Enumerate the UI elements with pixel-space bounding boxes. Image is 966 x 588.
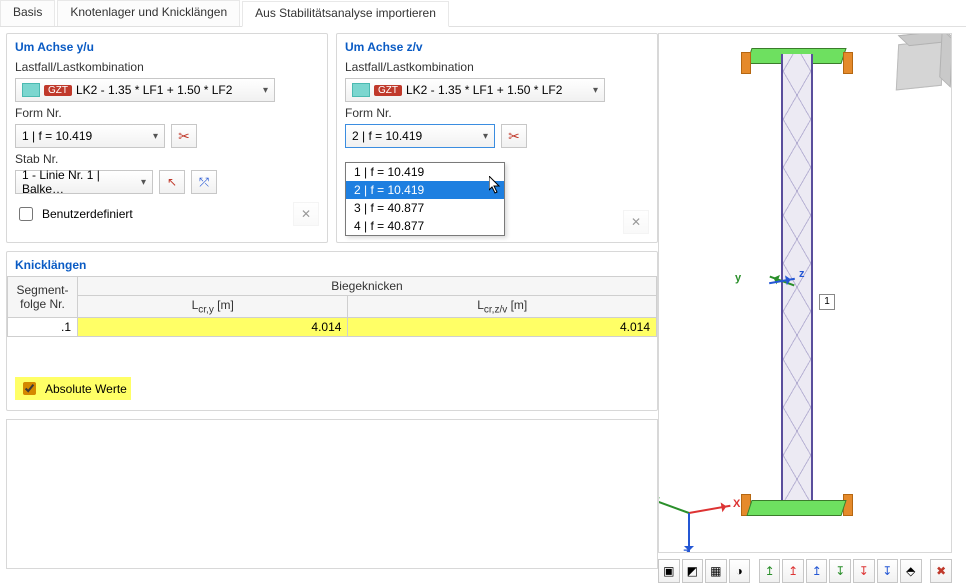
axis-y-title: Um Achse y/u <box>15 40 319 54</box>
axis-y-stab-select[interactable]: 1 - Linie Nr. 1 | Balke… ▾ <box>15 170 153 194</box>
view-xy-icon[interactable]: ↥ <box>759 559 781 583</box>
form-option-1[interactable]: 1 | f = 10.419 <box>346 163 504 181</box>
chevron-down-icon: ▾ <box>153 131 158 142</box>
view-yz-icon[interactable]: ↥ <box>806 559 828 583</box>
chevron-down-icon: ▾ <box>263 85 268 96</box>
buckling-title: Knicklängen <box>7 256 657 276</box>
axis-y-userdef-label: Benutzerdefiniert <box>42 207 133 221</box>
cell-lcry[interactable]: 4.014 <box>78 318 348 337</box>
load-tag-gzt: GZT <box>44 85 72 96</box>
axis-z-title: Um Achse z/v <box>345 40 649 54</box>
buckling-table: Segment- folge Nr. Biegeknicken Lcr,y [m… <box>7 276 657 337</box>
pick-form-icon[interactable]: ✂ <box>171 124 197 148</box>
view-neg-xy-icon[interactable]: ↧ <box>829 559 851 583</box>
cell-idx: .1 <box>8 318 78 337</box>
axis-y-stab-value: 1 - Linie Nr. 1 | Balke… <box>22 168 135 196</box>
view-xz-icon[interactable]: ↥ <box>782 559 804 583</box>
chevron-down-icon: ▾ <box>593 85 598 96</box>
axis-y-load-value: LK2 - 1.35 * LF1 + 1.50 * LF2 <box>76 83 232 97</box>
form-option-4[interactable]: 4 | f = 40.877 <box>346 217 504 235</box>
support-plate-bottom <box>746 500 846 516</box>
axis-y-userdef-check[interactable]: Benutzerdefiniert <box>15 204 133 224</box>
axis-z-panel: Um Achse z/v Lastfall/Lastkombination GZ… <box>336 33 658 243</box>
add-member-icon[interactable]: ⤱ <box>191 170 217 194</box>
show-reactions-icon[interactable]: ◩ <box>682 559 704 583</box>
axis-z-form-dropdown[interactable]: 1 | f = 10.419 2 | f = 10.419 3 | f = 40… <box>345 162 505 236</box>
support-box-icon <box>741 52 751 74</box>
axis-y-extra-icon: ✕ <box>293 202 319 226</box>
tab-basis[interactable]: Basis <box>0 0 55 26</box>
chevron-down-icon: ▾ <box>483 131 488 142</box>
tab-bar: Basis Knotenlager und Knicklängen Aus St… <box>0 0 966 27</box>
buckling-panel: Knicklängen Segment- folge Nr. Biegeknic… <box>6 251 658 411</box>
table-row[interactable]: .1 4.014 4.014 <box>8 318 657 337</box>
axis-z-load-label: Lastfall/Lastkombination <box>345 60 649 74</box>
load-color-swatch <box>352 83 370 97</box>
absolute-values-box[interactable] <box>23 382 36 395</box>
absolute-values-check[interactable]: Absolute Werte <box>15 377 131 400</box>
axis-y-form-label: Form Nr. <box>15 106 319 120</box>
chevron-down-icon: ▾ <box>141 177 146 188</box>
col-biegeknicken: Biegeknicken <box>78 277 657 296</box>
lower-blank-panel <box>6 419 658 569</box>
axis-z-extra-icon: ✕ <box>623 210 649 234</box>
axis-z-load-value: LK2 - 1.35 * LF1 + 1.50 * LF2 <box>406 83 562 97</box>
member-number-label: 1 <box>819 294 835 310</box>
axis-y-load-select[interactable]: GZT LK2 - 1.35 * LF1 + 1.50 * LF2 ▾ <box>15 78 275 102</box>
col-segment: Segment- folge Nr. <box>8 277 78 318</box>
col-lcry: Lcr,y [m] <box>78 296 348 318</box>
show-values-icon[interactable]: ◑ <box>729 559 751 583</box>
cell-lcrz[interactable]: 4.014 <box>348 318 657 337</box>
tab-stabilitaetsanalyse[interactable]: Aus Stabilitätsanalyse importieren <box>242 1 449 27</box>
axis-z-form-select[interactable]: 2 | f = 10.419 ▾ <box>345 124 495 148</box>
form-option-2[interactable]: 2 | f = 10.419 <box>346 181 504 199</box>
view-neg-yz-icon[interactable]: ↧ <box>877 559 899 583</box>
load-tag-gzt: GZT <box>374 85 402 96</box>
model-viewport[interactable]: y z 1 X Y Z <box>658 33 952 553</box>
pick-form-icon[interactable]: ✂ <box>501 124 527 148</box>
axis-y-form-select[interactable]: 1 | f = 10.419 ▾ <box>15 124 165 148</box>
axis-y-userdef-box[interactable] <box>19 207 33 221</box>
col-lcrz: Lcr,z/v [m] <box>348 296 657 318</box>
view-neg-xz-icon[interactable]: ↧ <box>853 559 875 583</box>
viewport-toolbar: ▣ ◩ ▦ ◑ ↥ ↥ ↥ ↧ ↧ ↧ ⬘ ✖ <box>658 559 952 583</box>
pick-member-icon[interactable]: ↖ <box>159 170 185 194</box>
axis-z-form-value: 2 | f = 10.419 <box>352 129 422 143</box>
nav-cube[interactable] <box>896 39 944 90</box>
form-option-3[interactable]: 3 | f = 40.877 <box>346 199 504 217</box>
axis-y-stab-label: Stab Nr. <box>15 152 319 166</box>
axis-y-panel: Um Achse y/u Lastfall/Lastkombination GZ… <box>6 33 328 243</box>
load-color-swatch <box>22 83 40 97</box>
support-box-icon <box>843 52 853 74</box>
reset-view-icon[interactable]: ✖ <box>930 559 952 583</box>
axis-y-load-label: Lastfall/Lastkombination <box>15 60 319 74</box>
axis-y-form-value: 1 | f = 10.419 <box>22 129 92 143</box>
axis-z-load-select[interactable]: GZT LK2 - 1.35 * LF1 + 1.50 * LF2 ▾ <box>345 78 605 102</box>
show-loads-icon[interactable]: ▣ <box>658 559 680 583</box>
tab-knotenlager[interactable]: Knotenlager und Knicklängen <box>57 0 240 26</box>
axis-z-form-label: Form Nr. <box>345 106 649 120</box>
absolute-values-label: Absolute Werte <box>45 382 127 396</box>
show-sections-icon[interactable]: ▦ <box>705 559 727 583</box>
view-iso-icon[interactable]: ⬘ <box>900 559 922 583</box>
